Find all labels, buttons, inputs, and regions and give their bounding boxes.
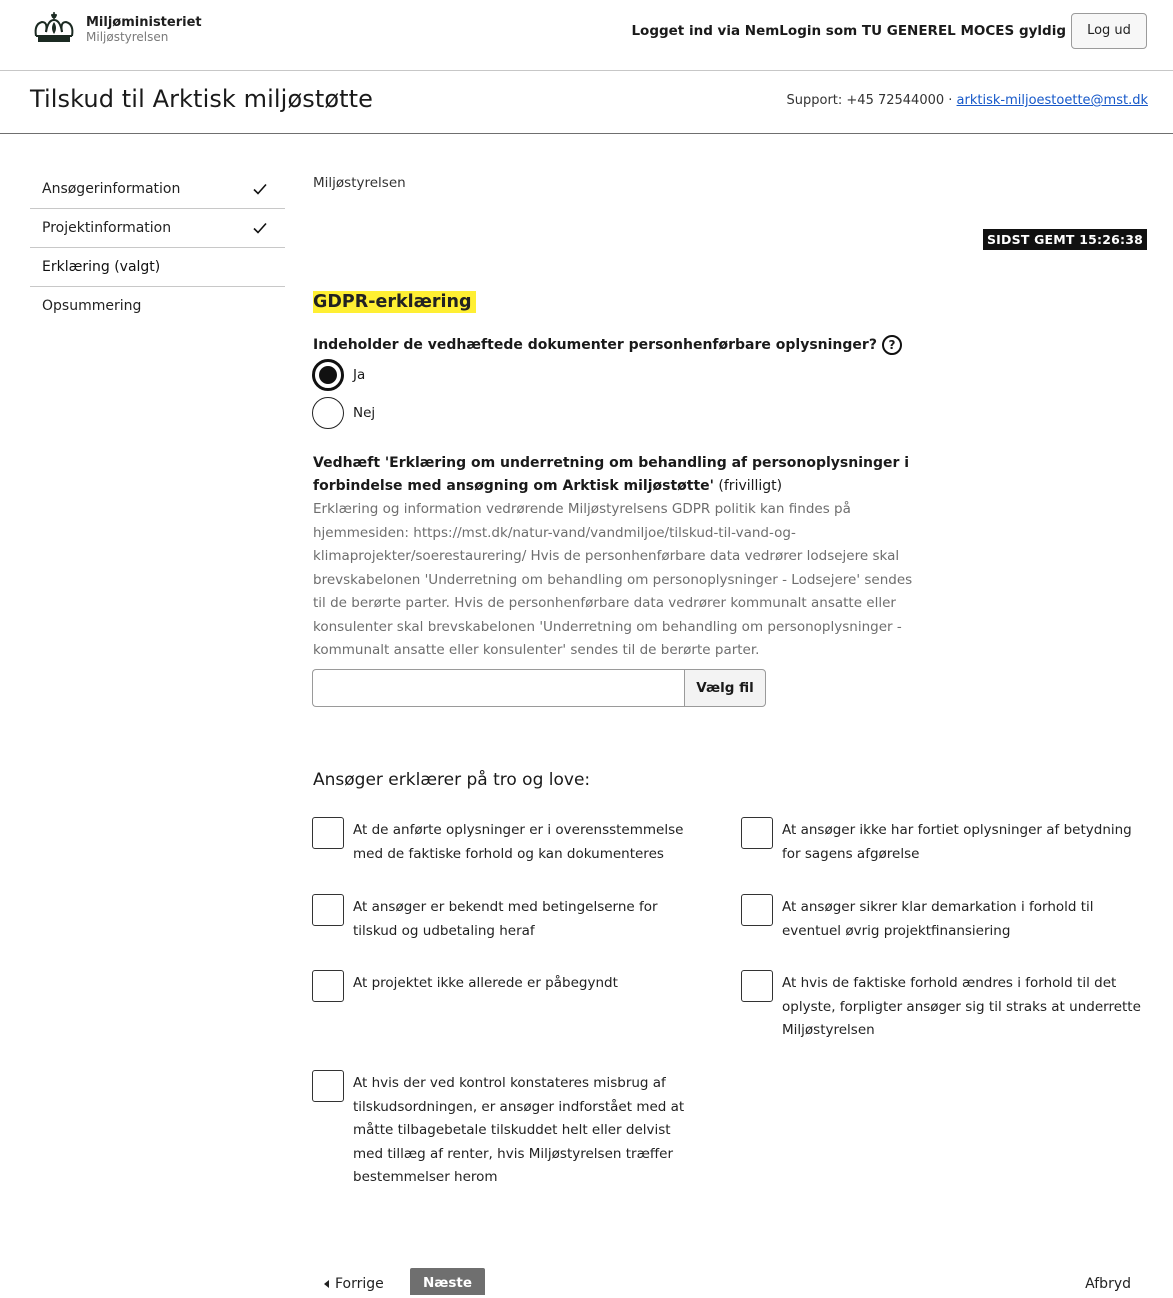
sidebar-item-label: Ansøgerinformation xyxy=(42,181,181,197)
next-button[interactable]: Næste xyxy=(410,1268,485,1295)
declaration-checkbox[interactable] xyxy=(741,970,773,1002)
radio-ja-label: Ja xyxy=(353,367,366,383)
saved-status-badge: SIDST GEMT 15:26:38 xyxy=(982,229,1147,250)
declaration-checkbox[interactable] xyxy=(312,894,344,926)
sidebar-item-label: Erklæring (valgt) xyxy=(42,259,161,275)
declaration-text: At hvis de faktiske forhold ændres i for… xyxy=(782,975,1141,1038)
previous-button[interactable]: Forrige xyxy=(324,1276,384,1292)
attachment-title: Vedhæft 'Erklæring om underretning om be… xyxy=(313,455,910,494)
support-email-link[interactable]: arktisk-miljoestoette@mst.dk xyxy=(957,93,1148,108)
declaration-checkbox[interactable] xyxy=(312,817,344,849)
declaration-checkbox[interactable] xyxy=(312,970,344,1002)
declaration-item[interactable]: At ansøger er bekendt med betingelserne … xyxy=(312,894,702,943)
radio-ja[interactable] xyxy=(312,359,344,391)
support-info: Support: +45 72544000 · arktisk-miljoest… xyxy=(787,93,1149,108)
declaration-item[interactable]: At ansøger sikrer klar demarkation i for… xyxy=(741,894,1141,943)
breadcrumb: Miljøstyrelsen xyxy=(313,175,406,191)
logout-button[interactable]: Log ud xyxy=(1071,13,1147,49)
sidebar-item-ansoegerinformation[interactable]: Ansøgerinformation xyxy=(30,170,285,209)
crown-icon xyxy=(34,12,74,42)
declaration-checkbox[interactable] xyxy=(312,1070,344,1102)
step-navigation: Ansøgerinformation Projektinformation Er… xyxy=(30,170,285,325)
sidebar-item-projektinformation[interactable]: Projektinformation xyxy=(30,209,285,248)
gdpr-section-title: GDPR-erklæring xyxy=(313,291,476,313)
attachment-label: Vedhæft 'Erklæring om underretning om be… xyxy=(313,452,913,498)
pii-question-label: Indeholder de vedhæftede dokumenter pers… xyxy=(313,337,877,353)
declaration-checkbox[interactable] xyxy=(741,817,773,849)
cancel-link[interactable]: Afbryd xyxy=(1085,1276,1131,1292)
radio-option-ja[interactable]: Ja xyxy=(312,359,365,391)
checkmark-icon xyxy=(253,183,267,195)
declaration-item[interactable]: At projektet ikke allerede er påbegyndt xyxy=(312,970,702,1002)
declaration-text: At projektet ikke allerede er påbegyndt xyxy=(353,975,618,991)
attachment-description: Erklæring og information vedrørende Milj… xyxy=(313,501,913,658)
declaration-title: Ansøger erklærer på tro og love: xyxy=(313,770,591,790)
attachment-optional: (frivilligt) xyxy=(713,478,783,494)
declaration-text: At ansøger sikrer klar demarkation i for… xyxy=(782,899,1094,939)
choose-file-button[interactable]: Vælg fil xyxy=(684,669,766,707)
radio-nej-label: Nej xyxy=(353,405,376,421)
top-header: Miljøministeriet Miljøstyrelsen Logget i… xyxy=(0,0,1173,71)
declaration-text: At ansøger ikke har fortiet oplysninger … xyxy=(782,822,1132,862)
login-status: Logget ind via NemLogin som TU GENEREL M… xyxy=(631,23,1066,39)
caret-left-icon xyxy=(324,1280,329,1288)
help-icon[interactable]: ? xyxy=(881,335,902,355)
previous-label: Forrige xyxy=(335,1276,384,1292)
declaration-item[interactable]: At de anførte oplysninger er i overensst… xyxy=(312,817,702,866)
radio-nej[interactable] xyxy=(312,397,344,429)
sidebar-item-label: Opsummering xyxy=(42,298,142,314)
declaration-text: At de anførte oplysninger er i overensst… xyxy=(353,822,684,862)
sidebar-item-opsummering[interactable]: Opsummering xyxy=(30,287,285,325)
declaration-text: At hvis der ved kontrol konstateres misb… xyxy=(353,1075,685,1185)
support-phone: Support: +45 72544000 · xyxy=(786,93,957,108)
declaration-item[interactable]: At hvis de faktiske forhold ændres i for… xyxy=(741,970,1141,1043)
checkmark-icon xyxy=(253,222,267,234)
logo[interactable]: Miljøministeriet Miljøstyrelsen xyxy=(30,10,202,50)
radio-option-nej[interactable]: Nej xyxy=(312,397,375,429)
pii-question: Indeholder de vedhæftede dokumenter pers… xyxy=(313,335,902,355)
logo-title: Miljøministeriet xyxy=(86,15,202,30)
declaration-item[interactable]: At hvis der ved kontrol konstateres misb… xyxy=(312,1070,702,1190)
file-name-field[interactable] xyxy=(312,669,684,707)
logo-subtitle: Miljøstyrelsen xyxy=(86,30,169,44)
declaration-item[interactable]: At ansøger ikke har fortiet oplysninger … xyxy=(741,817,1141,866)
sidebar-item-erklaering[interactable]: Erklæring (valgt) xyxy=(30,248,285,287)
declaration-checkbox[interactable] xyxy=(741,894,773,926)
page-title: Tilskud til Arktisk miljøstøtte xyxy=(30,85,374,113)
sidebar-item-label: Projektinformation xyxy=(42,220,172,236)
title-bar: Tilskud til Arktisk miljøstøtte Support:… xyxy=(0,71,1173,134)
declaration-text: At ansøger er bekendt med betingelserne … xyxy=(353,899,658,939)
